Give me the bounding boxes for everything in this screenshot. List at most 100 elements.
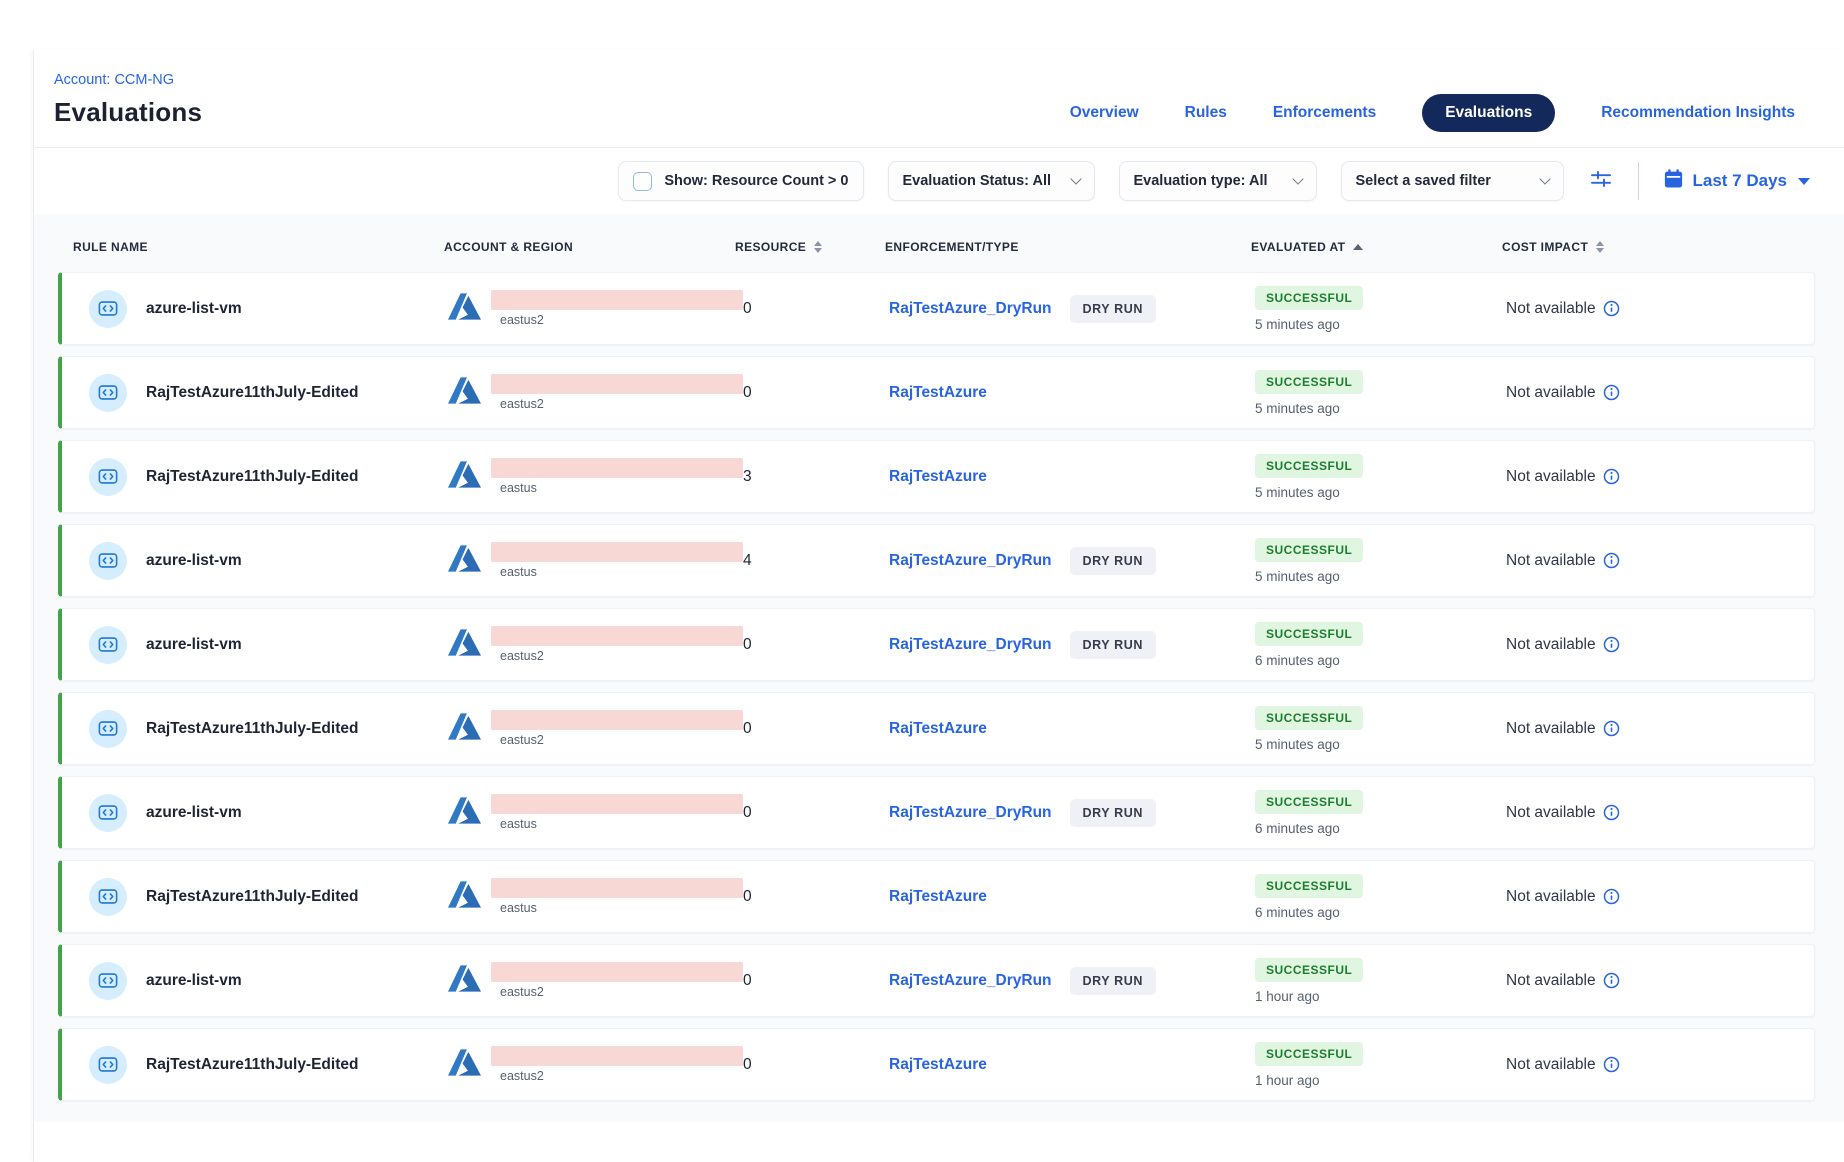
col-label: ENFORCEMENT/TYPE bbox=[885, 240, 1019, 254]
enforcement-link[interactable]: RajTestAzure bbox=[889, 720, 987, 738]
info-icon[interactable] bbox=[1603, 468, 1620, 485]
evaluated-time: 5 minutes ago bbox=[1255, 569, 1340, 584]
evaluated-cell: SUCCESSFUL 5 minutes ago bbox=[1255, 286, 1506, 332]
table-row[interactable]: azure-list-vm eastus2 0 RajTestAzure_Dry… bbox=[58, 272, 1815, 345]
table-row[interactable]: azure-list-vm eastus 0 RajTestAzure_DryR… bbox=[58, 776, 1815, 849]
rule-code-icon bbox=[89, 1046, 127, 1084]
redacted-account-name bbox=[491, 626, 743, 646]
evaluated-cell: SUCCESSFUL 6 minutes ago bbox=[1255, 874, 1506, 920]
table-row[interactable]: RajTestAzure11thJuly-Edited eastus 3 Raj… bbox=[58, 440, 1815, 513]
table-row[interactable]: RajTestAzure11thJuly-Edited eastus2 0 Ra… bbox=[58, 356, 1815, 429]
col-evaluated-at[interactable]: EVALUATED AT bbox=[1251, 240, 1502, 254]
evaluated-cell: SUCCESSFUL 1 hour ago bbox=[1255, 1042, 1506, 1088]
cost-impact-text: Not available bbox=[1506, 468, 1596, 486]
evaluated-cell: SUCCESSFUL 5 minutes ago bbox=[1255, 370, 1506, 416]
sort-icon[interactable] bbox=[1596, 241, 1604, 253]
region-label: eastus2 bbox=[491, 1069, 743, 1083]
status-badge: SUCCESSFUL bbox=[1255, 1042, 1363, 1066]
tab-evaluations[interactable]: Evaluations bbox=[1422, 94, 1555, 132]
table-row[interactable]: azure-list-vm eastus 4 RajTestAzure_DryR… bbox=[58, 524, 1815, 597]
rule-name: RajTestAzure11thJuly-Edited bbox=[146, 888, 358, 906]
enforcement-link[interactable]: RajTestAzure bbox=[889, 888, 987, 906]
info-icon[interactable] bbox=[1603, 972, 1620, 989]
info-icon[interactable] bbox=[1603, 384, 1620, 401]
tab-rules[interactable]: Rules bbox=[1185, 104, 1227, 122]
info-icon[interactable] bbox=[1603, 300, 1620, 317]
rule-cell: RajTestAzure11thJuly-Edited bbox=[62, 710, 448, 748]
evaluated-cell: SUCCESSFUL 1 hour ago bbox=[1255, 958, 1506, 1004]
table-row[interactable]: azure-list-vm eastus2 0 RajTestAzure_Dry… bbox=[58, 944, 1815, 1017]
evaluated-time: 5 minutes ago bbox=[1255, 485, 1340, 500]
region-label: eastus bbox=[491, 481, 743, 495]
rule-name: azure-list-vm bbox=[146, 300, 242, 318]
enforcement-link[interactable]: RajTestAzure_DryRun bbox=[889, 804, 1052, 822]
info-icon[interactable] bbox=[1603, 804, 1620, 821]
col-cost-impact[interactable]: COST IMPACT bbox=[1502, 240, 1815, 254]
status-badge: SUCCESSFUL bbox=[1255, 454, 1363, 478]
account-block: eastus bbox=[491, 794, 743, 831]
enforcement-link[interactable]: RajTestAzure_DryRun bbox=[889, 972, 1052, 990]
title-block: Account: CCM-NG Evaluations bbox=[54, 72, 202, 128]
table-row[interactable]: RajTestAzure11thJuly-Edited eastus2 0 Ra… bbox=[58, 1028, 1815, 1101]
sort-asc-icon[interactable] bbox=[1353, 244, 1363, 250]
status-badge: SUCCESSFUL bbox=[1255, 538, 1363, 562]
resource-count-checkbox[interactable] bbox=[633, 172, 652, 191]
info-icon[interactable] bbox=[1603, 888, 1620, 905]
azure-icon bbox=[448, 1049, 481, 1081]
enforcement-link[interactable]: RajTestAzure bbox=[889, 384, 987, 402]
rule-cell: RajTestAzure11thJuly-Edited bbox=[62, 458, 448, 496]
sliders-icon bbox=[1589, 167, 1613, 196]
info-icon[interactable] bbox=[1603, 720, 1620, 737]
account-region-cell: eastus2 bbox=[448, 1046, 739, 1083]
filter-sliders-button[interactable] bbox=[1588, 168, 1614, 194]
rule-code-icon bbox=[89, 374, 127, 412]
azure-icon bbox=[448, 461, 481, 493]
saved-filter-dropdown[interactable]: Select a saved filter bbox=[1341, 161, 1564, 201]
evaluation-status-dropdown[interactable]: Evaluation Status: All bbox=[888, 161, 1095, 201]
sort-icon[interactable] bbox=[814, 241, 822, 253]
account-block: eastus2 bbox=[491, 374, 743, 411]
rule-cell: RajTestAzure11thJuly-Edited bbox=[62, 374, 448, 412]
enforcement-link[interactable]: RajTestAzure_DryRun bbox=[889, 636, 1052, 654]
table-row[interactable]: RajTestAzure11thJuly-Edited eastus2 0 Ra… bbox=[58, 692, 1815, 765]
evaluated-cell: SUCCESSFUL 5 minutes ago bbox=[1255, 538, 1506, 584]
evaluated-cell: SUCCESSFUL 6 minutes ago bbox=[1255, 790, 1506, 836]
evaluation-type-value: Evaluation type: All bbox=[1134, 173, 1268, 189]
info-icon[interactable] bbox=[1603, 552, 1620, 569]
evaluation-type-dropdown[interactable]: Evaluation type: All bbox=[1119, 161, 1317, 201]
account-block: eastus2 bbox=[491, 290, 743, 327]
col-resource[interactable]: RESOURCE bbox=[735, 240, 885, 254]
table-row[interactable]: RajTestAzure11thJuly-Edited eastus 0 Raj… bbox=[58, 860, 1815, 933]
col-label: EVALUATED AT bbox=[1251, 240, 1345, 254]
account-region-cell: eastus bbox=[448, 878, 739, 915]
redacted-account-name bbox=[491, 962, 743, 982]
enforcement-link[interactable]: RajTestAzure bbox=[889, 1056, 987, 1074]
resource-count: 3 bbox=[739, 468, 889, 486]
evaluated-time: 5 minutes ago bbox=[1255, 317, 1340, 332]
cost-impact-text: Not available bbox=[1506, 384, 1596, 402]
resource-count-filter[interactable]: Show: Resource Count > 0 bbox=[618, 161, 863, 201]
enforcement-link[interactable]: RajTestAzure_DryRun bbox=[889, 552, 1052, 570]
enforcement-link[interactable]: RajTestAzure bbox=[889, 468, 987, 486]
rule-name: azure-list-vm bbox=[146, 552, 242, 570]
breadcrumb[interactable]: Account: CCM-NG bbox=[54, 72, 202, 88]
account-block: eastus bbox=[491, 458, 743, 495]
resource-count: 0 bbox=[739, 804, 889, 822]
table-body: azure-list-vm eastus2 0 RajTestAzure_Dry… bbox=[58, 272, 1815, 1101]
tab-enforcements[interactable]: Enforcements bbox=[1273, 104, 1376, 122]
cost-impact-cell: Not available bbox=[1506, 468, 1814, 486]
tab-overview[interactable]: Overview bbox=[1070, 104, 1139, 122]
evaluations-table: RULE NAME ACCOUNT & REGION RESOURCE ENFO… bbox=[34, 214, 1844, 1122]
tab-recommendation-insights[interactable]: Recommendation Insights bbox=[1601, 104, 1795, 122]
date-range-picker[interactable]: Last 7 Days bbox=[1663, 168, 1811, 194]
table-row[interactable]: azure-list-vm eastus2 0 RajTestAzure_Dry… bbox=[58, 608, 1815, 681]
enforcement-link[interactable]: RajTestAzure_DryRun bbox=[889, 300, 1052, 318]
azure-icon bbox=[448, 377, 481, 409]
redacted-account-name bbox=[491, 374, 743, 394]
rule-name: RajTestAzure11thJuly-Edited bbox=[146, 468, 358, 486]
enforcement-cell: RajTestAzure_DryRun DRY RUN bbox=[889, 547, 1255, 575]
info-icon[interactable] bbox=[1603, 1056, 1620, 1073]
region-label: eastus bbox=[491, 565, 743, 579]
dry-run-badge: DRY RUN bbox=[1070, 547, 1156, 575]
info-icon[interactable] bbox=[1603, 636, 1620, 653]
